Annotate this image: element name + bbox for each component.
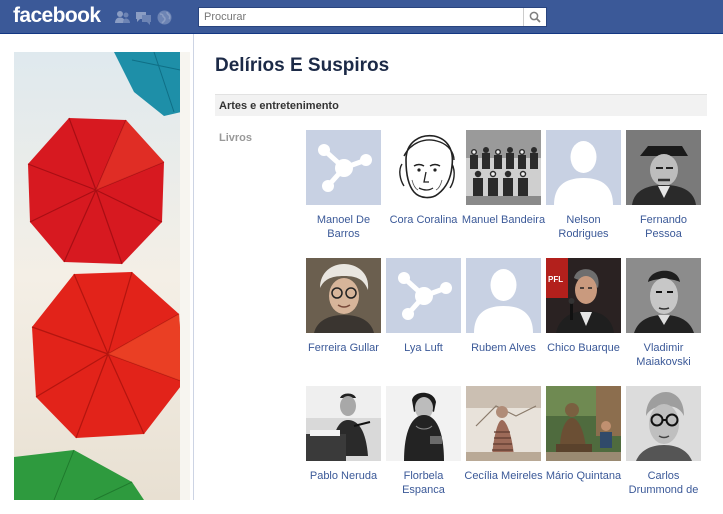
illustration-woman-image <box>466 386 541 461</box>
default-page-icon <box>386 258 461 333</box>
page-title: Delírios E Suspiros <box>215 55 390 76</box>
page-name-link[interactable]: Carlos Drummond de <box>621 469 706 497</box>
portrait-glasses-image <box>306 258 381 333</box>
search-input[interactable] <box>199 8 523 26</box>
portrait-woman-image <box>386 386 461 461</box>
category-label: Livros <box>219 132 253 144</box>
sketch-portrait-image <box>386 130 461 205</box>
likes-grid: Manoel De Barros Cora Coralina Manuel Ba… <box>306 130 716 514</box>
page-name-link[interactable]: Mário Quintana <box>541 469 626 483</box>
page-item[interactable]: Manoel De Barros <box>306 130 381 258</box>
svg-text:PFL: PFL <box>548 275 563 284</box>
portrait-desk-image <box>306 386 381 461</box>
page-name-link[interactable]: Chico Buarque <box>541 341 626 355</box>
page-name-link[interactable]: Manuel Bandeira <box>461 213 546 227</box>
page-item[interactable]: Florbela Espanca <box>386 386 461 514</box>
page-name-link[interactable]: Nelson Rodrigues <box>541 213 626 241</box>
page-item[interactable]: Vladimir Maiakovski <box>626 258 701 386</box>
page-name-link[interactable]: Vladimir Maiakovski <box>621 341 706 369</box>
page-name-link[interactable]: Fernando Pessoa <box>621 213 706 241</box>
cover-photo <box>14 52 190 500</box>
page-name-link[interactable]: Cecília Meireles <box>461 469 546 483</box>
page-item[interactable]: Nelson Rodrigues <box>546 130 621 258</box>
column-divider <box>193 34 194 500</box>
search-icon <box>529 11 541 23</box>
default-profile-silhouette <box>466 258 541 333</box>
page-item[interactable]: Rubem Alves <box>466 258 541 386</box>
page-name-link[interactable]: Cora Coralina <box>381 213 466 227</box>
page-name-link[interactable]: Lya Luft <box>381 341 466 355</box>
group-photo-image <box>466 130 541 205</box>
default-page-icon <box>306 130 381 205</box>
page-item[interactable]: PFL Chico Buarque <box>546 258 621 386</box>
page-item[interactable]: Fernando Pessoa <box>626 130 701 258</box>
portrait-hat-image <box>626 130 701 205</box>
page-item[interactable]: Mário Quintana <box>546 386 621 514</box>
friend-requests-icon[interactable] <box>114 9 131 26</box>
portrait-glasses-bw-image <box>626 386 701 461</box>
section-title: Artes e entretenimento <box>219 100 339 112</box>
portrait-microphone-image: PFL <box>546 258 621 333</box>
default-profile-silhouette <box>546 130 621 205</box>
page-item[interactable]: Lya Luft <box>386 258 461 386</box>
page-name-link[interactable]: Rubem Alves <box>461 341 546 355</box>
page-name-link[interactable]: Florbela Espanca <box>381 469 466 497</box>
page-item[interactable]: Cecília Meireles <box>464 386 543 514</box>
page-item[interactable]: Ferreira Gullar <box>306 258 381 386</box>
notification-jewels <box>114 9 173 26</box>
page-item[interactable]: Pablo Neruda <box>306 386 381 514</box>
page-name-link[interactable]: Ferreira Gullar <box>301 341 386 355</box>
page-name-link[interactable]: Pablo Neruda <box>301 469 386 483</box>
page-item[interactable]: Carlos Drummond de <box>626 386 701 514</box>
facebook-logo[interactable]: facebook <box>13 4 101 28</box>
top-bar: facebook <box>0 0 723 34</box>
page-name-link[interactable]: Manoel De Barros <box>301 213 386 241</box>
search-button[interactable] <box>523 8 546 26</box>
search-box <box>198 7 547 27</box>
portrait-bw-image <box>626 258 701 333</box>
notifications-icon[interactable] <box>156 9 173 26</box>
statue-photo-image <box>546 386 621 461</box>
section-header: Artes e entretenimento <box>215 94 707 116</box>
page-item[interactable]: Cora Coralina <box>386 130 461 258</box>
messages-icon[interactable] <box>135 9 152 26</box>
page-item[interactable]: Manuel Bandeira <box>462 130 545 258</box>
